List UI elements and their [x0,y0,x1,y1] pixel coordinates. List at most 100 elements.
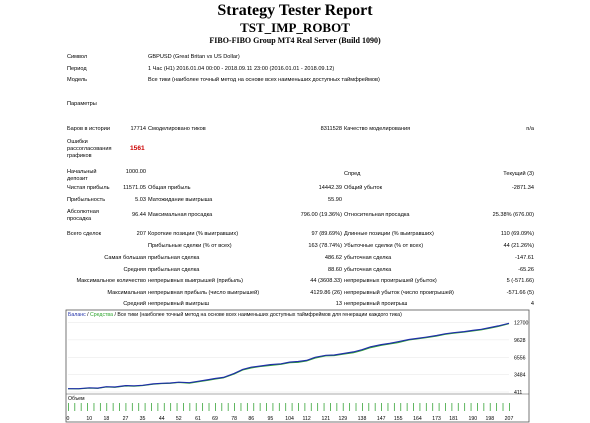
volume-bar [266,403,267,411]
x-tick-label: 181 [449,416,458,422]
volume-bar [240,403,242,411]
volume-bar [489,403,491,411]
volume-bar [278,403,280,411]
x-tick-label: 27 [123,416,129,422]
volume-bar [183,403,184,411]
volume-bar [432,403,434,411]
volume-bar [80,403,82,411]
volume-bar [215,403,216,411]
volume-bar [93,403,95,411]
volume-bar [304,403,306,411]
volume-bar [464,403,466,411]
volume-bar [438,403,440,411]
volume-bar [170,403,172,411]
volume-bar [496,403,498,411]
volume-bar [298,403,299,411]
chart-frame [65,309,530,423]
x-tick-label: 69 [212,416,218,422]
volume-bar [355,403,357,411]
volume-bar [285,403,287,411]
x-tick-label: 190 [468,416,477,422]
x-tick-label: 10 [86,416,92,422]
volume-bar [131,403,133,411]
x-tick-label: 52 [176,416,182,422]
volume-bar [342,403,344,411]
volume-bar [387,403,389,411]
volume-bar [234,403,235,411]
x-tick-label: 18 [103,416,109,422]
x-tick-label: 95 [268,416,274,422]
y-tick-label: 9628 [514,338,526,344]
legend-separator-2: / [114,312,116,318]
volume-bar [246,403,248,411]
volume-bar [470,403,472,411]
x-tick-label: 155 [394,416,403,422]
volume-bar [419,403,421,411]
volume-bar [189,403,191,411]
x-tick-label: 61 [195,416,201,422]
x-tick-label: 129 [338,416,347,422]
volume-bar [413,403,414,411]
volume-bar [393,403,395,411]
volume-bar [144,403,146,411]
volume-bar [368,403,370,411]
volume-bar [68,403,69,411]
volume-bar [406,403,408,411]
volume-bar [349,403,351,411]
volume-bar [323,403,325,411]
x-tick-label: 86 [248,416,254,422]
volume-bar [336,403,338,411]
volume-bar [477,403,478,411]
volume-bar [272,403,274,411]
volume-bar [125,403,127,411]
y-tick-label: 411 [514,390,522,396]
volume-bar [310,403,312,411]
x-tick-label: 35 [140,416,146,422]
volume-bar [112,403,114,411]
volume-bar [381,403,382,411]
x-tick-label: 173 [432,416,441,422]
x-tick-label: 207 [505,416,514,422]
volume-bar [74,403,76,411]
volume-bar [509,403,510,411]
volume-bar [208,403,210,411]
x-tick-label: 44 [159,416,165,422]
volume-bar [451,403,453,411]
x-tick-label: 138 [358,416,367,422]
volume-bar [221,403,223,411]
volume-bar [400,403,402,411]
volume-bar [253,403,255,411]
volume-bar [457,403,459,411]
legend-equity: Средства [90,312,113,318]
volume-bar [227,403,229,411]
volume-bar [502,403,504,411]
volume-bar [87,403,88,411]
volume-bar [317,403,319,411]
balance-chart: 12700 9628 6556 3484 411 0 10 18 27 35 44 52 61 69 78… [65,309,530,423]
svg-text:Баланс / Средства: Баланс / Средства / Все тики (наиболее т… [68,311,402,318]
volume-bar [163,403,165,411]
volume-bar [330,403,331,411]
volume-bar [195,403,197,411]
volume-bar [138,403,140,411]
volume-bar [202,403,204,411]
volume-bar [291,403,293,411]
volume-bar [374,403,376,411]
volume-bar [99,403,101,411]
y-tick-label: 3484 [514,373,526,379]
volume-bar [445,403,446,411]
x-tick-label: 104 [285,416,294,422]
volume-label: Объем [68,396,85,402]
volume-bar [119,403,120,411]
x-tick-label: 147 [377,416,386,422]
volume-bar [425,403,427,411]
y-tick-label: 6556 [514,355,526,361]
x-tick-label: 198 [485,416,494,422]
volume-bar [176,403,178,411]
x-tick-label: 112 [302,416,310,422]
legend-separator: / [87,312,89,318]
legend-description: Все тики (наиболее точный метод на основ… [117,311,402,318]
x-tick-label: 121 [321,416,330,422]
volume-bar [157,403,159,411]
legend-balance: Баланс [68,312,86,318]
